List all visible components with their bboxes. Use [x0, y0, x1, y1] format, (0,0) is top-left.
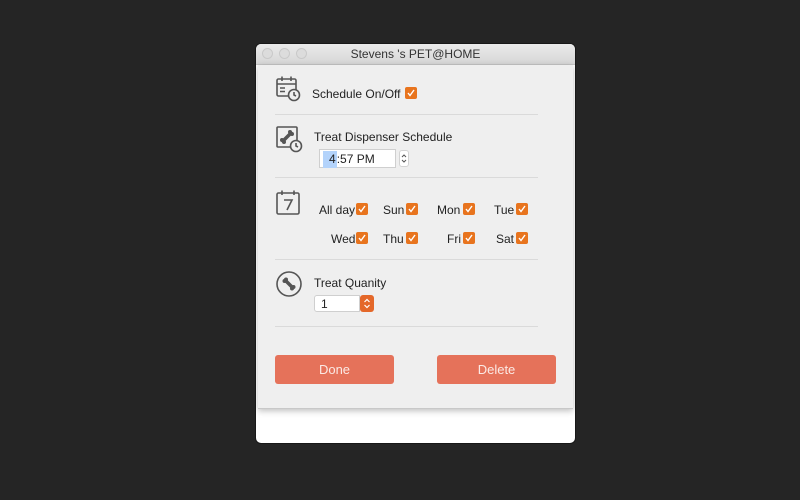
day-label-mon: Mon — [437, 203, 461, 217]
title-bar[interactable]: Stevens 's PET@HOME — [256, 44, 575, 65]
time-stepper[interactable] — [399, 150, 409, 167]
day-label-sat: Sat — [496, 232, 515, 246]
divider — [275, 114, 538, 115]
schedule-panel: Schedule On/Off Treat Dispenser Schedule… — [258, 65, 573, 409]
bone-icon — [275, 270, 303, 303]
calendar-day-icon — [275, 189, 303, 222]
day-checkbox-sat[interactable] — [516, 232, 528, 244]
time-input[interactable]: 4:57 PM — [319, 149, 396, 168]
time-rest: :57 PM — [336, 152, 375, 166]
app-window: Stevens 's PET@HOME Schedule On/Off Trea… — [256, 44, 575, 443]
schedule-label: Schedule On/Off — [312, 87, 401, 101]
quantity-input[interactable]: 1 — [314, 295, 360, 312]
day-checkbox-mon[interactable] — [463, 203, 475, 215]
window-title: Stevens 's PET@HOME — [350, 47, 481, 61]
day-label-sun: Sun — [383, 203, 405, 217]
all-day-checkbox[interactable] — [356, 203, 368, 215]
day-checkbox-wed[interactable] — [356, 232, 368, 244]
day-checkbox-thu[interactable] — [406, 232, 418, 244]
day-checkbox-fri[interactable] — [463, 232, 475, 244]
delete-button[interactable]: Delete — [437, 355, 556, 384]
bone-clock-icon — [275, 125, 303, 158]
done-button[interactable]: Done — [275, 355, 394, 384]
schedule-checkbox[interactable] — [405, 87, 417, 99]
calendar-clock-icon — [275, 75, 302, 107]
divider — [275, 259, 538, 260]
day-label-wed: Wed — [331, 232, 356, 246]
dispenser-label: Treat Dispenser Schedule — [314, 130, 453, 144]
divider — [275, 177, 538, 178]
all-day-label: All day — [319, 203, 356, 217]
day-checkbox-sun[interactable] — [406, 203, 418, 215]
time-hour-segment[interactable]: 4 — [323, 151, 337, 168]
day-label-fri: Fri — [447, 232, 461, 246]
day-label-thu: Thu — [383, 232, 404, 246]
divider — [275, 326, 538, 327]
day-checkbox-tue[interactable] — [516, 203, 528, 215]
quantity-label: Treat Quanity — [314, 276, 387, 290]
quantity-stepper[interactable] — [360, 295, 374, 312]
day-label-tue: Tue — [494, 203, 515, 217]
